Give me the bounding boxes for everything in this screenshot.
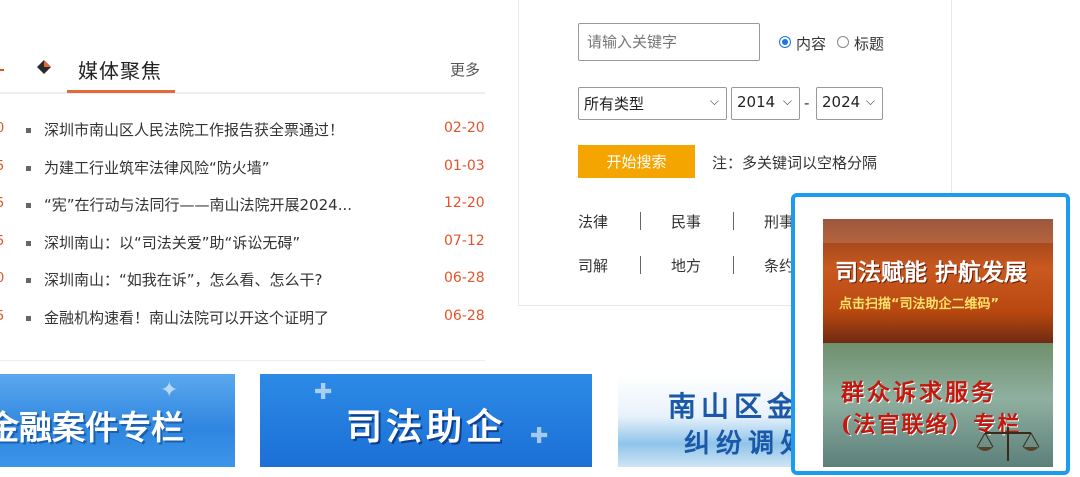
category-criminal[interactable]: 刑事 [764,211,794,232]
ad-subline: 点击扫描“司法助企二维码” [839,297,1000,312]
news-item-title[interactable]: 深圳市南山区人民法院工作报告获全票通过！ [44,119,399,140]
section-divider [0,360,485,361]
news-item[interactable]: 0 深圳南山：“如我在诉”，怎么看、怎么干? 06-28 [0,265,485,303]
search-note: 注：多关键词以空格分隔 [712,154,878,172]
news-item[interactable]: 5 为建工行业筑牢法律风险“防火墙” 01-03 [0,153,485,191]
floating-ad[interactable]: 司法赋能 护航发展 点击扫描“司法助企二维码” 群众诉求服务 (法官联络）专栏 [791,193,1070,475]
bullet-icon [26,203,31,208]
sparkle-icon: ✚ [314,380,333,405]
news-item-date: 06-28 [444,307,485,324]
bullet-icon [26,128,31,133]
news-item[interactable]: 5 “宪”在行动与法同行——南山法院开展2024... 12-20 [0,190,485,228]
bullet-icon [26,315,31,321]
diamond-icon [37,60,51,74]
divider [733,212,734,230]
more-link[interactable]: 更多 [450,59,480,80]
type-select[interactable]: 所有类型 ⌵ [578,87,727,120]
news-item-title[interactable]: 深圳南山：以“司法关爱”助“诉讼无碍” [44,232,399,253]
bullet-icon [26,240,31,246]
financial-cases-banner[interactable]: ✦ 金融案件专栏 [0,374,235,467]
keyword-input[interactable] [578,23,760,61]
news-item-title[interactable]: 深圳南山：“如我在诉”，怎么看、怎么干? [44,269,399,290]
bullet-icon [26,165,31,171]
news-item[interactable]: 5 金融机构速看！南山法院可以开这个证明了 06-28 [0,303,485,341]
chevron-down-icon: ⌵ [865,94,875,108]
year-to-select[interactable]: 2024 ⌵ [816,87,883,120]
radio-title[interactable] [837,36,849,48]
chevron-down-icon: ⌵ [709,94,719,108]
year-from-select[interactable]: 2014 ⌵ [731,87,800,120]
news-list: 0 深圳市南山区人民法院工作报告获全票通过！ 02-20 5 为建工行业筑牢法律… [0,115,485,340]
category-civil[interactable]: 民事 [671,211,701,232]
ad-judicial-empowerment[interactable]: 司法赋能 护航发展 点击扫描“司法助企二维码” [823,219,1053,343]
clipped-edge-text: 5 [0,233,5,249]
radio-content-label[interactable]: 内容 [796,33,826,54]
category-treaty[interactable]: 条约 [764,255,794,276]
chevron-down-icon: ⌵ [782,94,792,108]
news-item-date: 02-20 [444,120,485,136]
year-to-value: 2024 [822,93,861,111]
ad-image-highlight [823,219,1053,243]
media-focus-section: 媒体聚焦 更多 0 深圳市南山区人民法院工作报告获全票通过！ 02-20 5 为… [0,40,485,370]
news-item-date: 01-03 [444,157,485,174]
clipped-edge-text: 0 [0,271,5,286]
ad-public-service[interactable]: 群众诉求服务 (法官联络）专栏 [823,343,1053,467]
title-underline [67,90,175,93]
category-local[interactable]: 地方 [671,255,701,276]
clipped-edge-text: 5 [0,308,5,324]
sparkle-icon: ✦ [160,378,179,403]
news-item-date: 06-28 [444,270,485,286]
clipped-edge-text: 0 [0,121,5,136]
news-item-date: 12-20 [444,195,485,211]
sparkle-icon: ✚ [530,424,549,449]
media-focus-header: 媒体聚焦 更多 [0,40,485,94]
radio-title-label[interactable]: 标题 [854,33,884,54]
news-item[interactable]: 0 深圳市南山区人民法院工作报告获全票通过！ 02-20 [0,115,485,153]
range-separator: - [804,94,810,112]
divider [733,256,734,274]
banner-title: 司法助企 [346,406,507,448]
news-item[interactable]: 5 深圳南山：以“司法关爱”助“诉讼无碍” 07-12 [0,228,485,266]
start-search-button[interactable]: 开始搜索 [578,145,695,178]
clipped-edge-text: 5 [0,158,5,174]
judicial-support-banner[interactable]: ✚ ✚ 司法助企 [260,374,592,467]
banner-title: 金融案件专栏 [0,408,184,447]
ad-headline: 司法赋能 护航发展 [835,259,1028,286]
type-select-value: 所有类型 [584,95,645,113]
news-item-title[interactable]: “宪”在行动与法同行——南山法院开展2024... [44,194,399,215]
news-item-date: 07-12 [444,232,485,249]
year-from-value: 2014 [737,93,776,111]
radio-content[interactable] [779,36,791,48]
category-judicial-interpretation[interactable]: 司解 [578,255,608,276]
news-item-title[interactable]: 金融机构速看！南山法院可以开这个证明了 [44,307,399,328]
clipped-edge-text: 5 [0,196,5,211]
divider [640,256,641,274]
ad-headline: 群众诉求服务 [841,379,997,406]
divider [640,212,641,230]
scales-of-justice-icon [976,427,1040,461]
bullet-icon [26,278,31,283]
media-focus-title: 媒体聚焦 [78,59,162,83]
category-law[interactable]: 法律 [578,211,608,232]
news-item-title[interactable]: 为建工行业筑牢法律风险“防火墙” [44,157,399,178]
